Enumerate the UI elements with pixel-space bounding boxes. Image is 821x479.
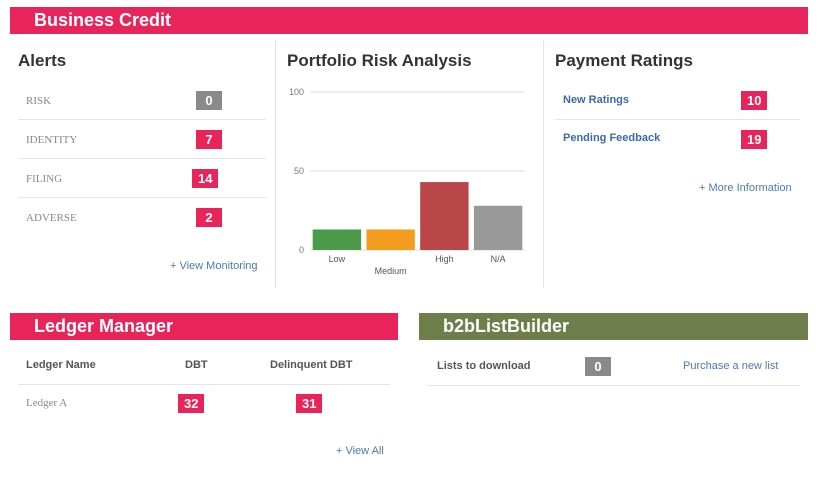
x-tick-label: High bbox=[435, 254, 454, 264]
alert-row-adverse[interactable]: ADVERSE 2 bbox=[18, 198, 266, 237]
business-credit-title: Business Credit bbox=[34, 10, 172, 30]
purchase-new-list-link[interactable]: Purchase a new list bbox=[683, 360, 778, 372]
new-ratings-badge[interactable]: 10 bbox=[741, 91, 768, 110]
b2b-list-builder-header: b2bListBuilder bbox=[419, 313, 808, 340]
alert-label: ADVERSE bbox=[26, 212, 77, 224]
b2b-list-builder-title: b2bListBuilder bbox=[443, 316, 570, 336]
alert-label: FILING bbox=[26, 173, 63, 185]
lists-count-badge[interactable]: 0 bbox=[585, 357, 611, 376]
payment-row-pending[interactable]: Pending Feedback 19 bbox=[555, 120, 800, 159]
alert-row-filing[interactable]: FILING 14 bbox=[18, 159, 266, 198]
alert-label: IDENTITY bbox=[26, 134, 78, 146]
ledger-manager-header: Ledger Manager bbox=[10, 313, 398, 340]
ledger-header-row: Ledger Name DBT Delinquent DBT bbox=[18, 345, 390, 385]
portfolio-title: Portfolio Risk Analysis bbox=[287, 51, 472, 70]
view-all-link[interactable]: + View All bbox=[336, 445, 384, 457]
business-credit-header: Business Credit bbox=[10, 7, 808, 34]
table-row[interactable]: Ledger A 32 31 bbox=[18, 385, 390, 423]
b2b-lists-row: Lists to download 0 Purchase a new list bbox=[427, 346, 800, 386]
bar-high[interactable] bbox=[420, 182, 469, 250]
y-tick-label: 50 bbox=[294, 166, 304, 176]
pending-feedback-badge[interactable]: 19 bbox=[741, 130, 768, 149]
more-information-link[interactable]: + More Information bbox=[699, 182, 792, 194]
column-header-delinquent-dbt: Delinquent DBT bbox=[270, 359, 353, 371]
x-tick-label: Low bbox=[329, 254, 346, 264]
bar-na[interactable] bbox=[473, 205, 523, 250]
ledger-name-cell[interactable]: Ledger A bbox=[26, 397, 67, 409]
x-tick-label: N/A bbox=[491, 254, 506, 264]
x-tick-label: Medium bbox=[375, 266, 407, 276]
pending-feedback-link[interactable]: Pending Feedback bbox=[563, 132, 660, 144]
alert-row-identity[interactable]: IDENTITY 7 bbox=[18, 120, 266, 159]
alerts-title: Alerts bbox=[18, 51, 67, 70]
alert-count-badge[interactable]: 7 bbox=[196, 130, 222, 149]
alert-count-badge[interactable]: 14 bbox=[192, 169, 219, 188]
y-tick-label: 100 bbox=[289, 87, 304, 97]
alert-label: RISK bbox=[26, 95, 52, 107]
column-header-ledger-name: Ledger Name bbox=[26, 359, 96, 371]
bar-low[interactable] bbox=[312, 229, 362, 250]
dbt-badge[interactable]: 32 bbox=[178, 394, 205, 413]
column-header-dbt: DBT bbox=[185, 359, 208, 371]
ledger-manager-title: Ledger Manager bbox=[34, 316, 174, 336]
payment-title: Payment Ratings bbox=[555, 51, 693, 70]
portfolio-risk-chart: 0 50 100 Low Medium High N/A bbox=[289, 87, 525, 276]
delinquent-dbt-badge[interactable]: 31 bbox=[296, 394, 323, 413]
alert-count-badge[interactable]: 0 bbox=[196, 91, 222, 110]
bar-medium[interactable] bbox=[366, 229, 415, 250]
alert-row-risk[interactable]: RISK 0 bbox=[18, 81, 266, 120]
payment-row-new[interactable]: New Ratings 10 bbox=[555, 81, 800, 120]
y-tick-label: 0 bbox=[299, 245, 304, 255]
lists-to-download-label: Lists to download bbox=[437, 360, 531, 372]
view-monitoring-link[interactable]: + View Monitoring bbox=[170, 260, 258, 272]
alert-count-badge[interactable]: 2 bbox=[196, 208, 222, 227]
column-divider bbox=[543, 40, 544, 288]
column-divider bbox=[275, 40, 276, 288]
new-ratings-link[interactable]: New Ratings bbox=[563, 94, 629, 106]
